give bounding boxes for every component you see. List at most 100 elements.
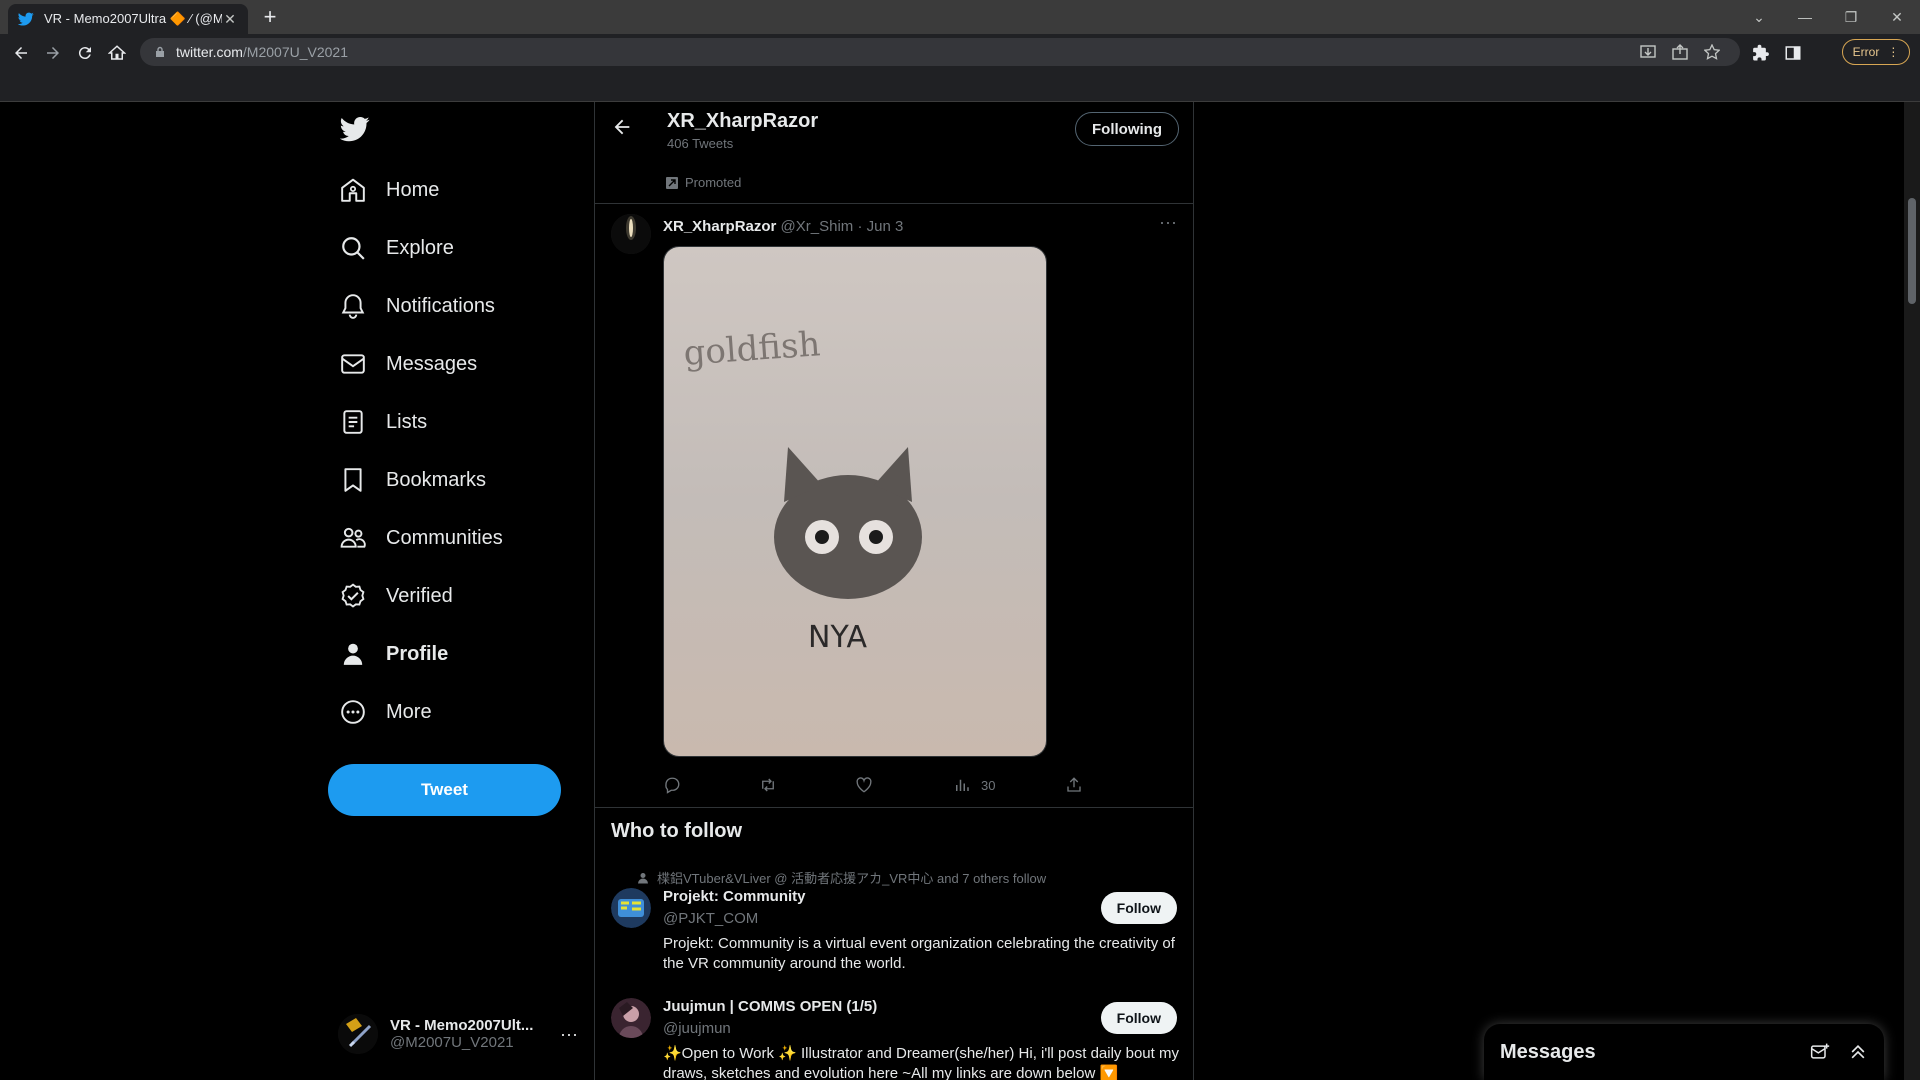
- lock-icon: [156, 46, 164, 57]
- user-bio: ✨Open to Work ✨ Illustrator and Dreamer(…: [663, 1045, 1179, 1080]
- list-icon: [343, 410, 363, 434]
- account-name: VR - Memo2007Ult...: [390, 1017, 534, 1034]
- nav-lists-label: Lists: [386, 410, 428, 433]
- bookmark-icon: [344, 468, 362, 492]
- profile-error-button[interactable]: Error ⋮: [1842, 39, 1910, 65]
- reply-icon: [665, 777, 680, 794]
- nav-lists[interactable]: Lists: [340, 400, 427, 444]
- reply-button[interactable]: [663, 776, 681, 794]
- reload-button[interactable]: [72, 40, 98, 66]
- user-handle: @juujmun: [663, 1020, 731, 1037]
- promoted-text: Promoted: [685, 175, 742, 190]
- user-name[interactable]: Projekt: Community: [663, 888, 806, 905]
- page-scrollbar[interactable]: [1904, 102, 1920, 1080]
- browser-tab[interactable]: VR - Memo2007Ultra 🔶 ⁄ (@M ✕: [8, 4, 248, 34]
- user-handle: @PJKT_COM: [663, 910, 759, 927]
- verified-badge-icon: [341, 583, 365, 608]
- nav-verified-label: Verified: [386, 584, 453, 607]
- account-switcher[interactable]: VR - Memo2007Ult... @M2007U_V2021 ···: [338, 1008, 578, 1060]
- nav-bookmarks[interactable]: Bookmarks: [340, 458, 486, 502]
- tweet-image[interactable]: goldfish NYA: [663, 246, 1047, 757]
- browser-tab-bar: VR - Memo2007Ultra 🔶 ⁄ (@M ✕ + ⌄ — ❐ ✕: [0, 0, 1920, 34]
- image-handwriting-bottom: NYA: [808, 620, 867, 655]
- follow-button[interactable]: Follow: [1100, 1002, 1177, 1034]
- divider: [595, 807, 1193, 808]
- tweet-author-meta: @Xr_Shim · Jun 3: [780, 218, 904, 235]
- url-path: /M2007U_V2021: [242, 44, 348, 60]
- user-name[interactable]: Juujmun | COMMS OPEN (1/5): [663, 998, 877, 1015]
- nav-more-label: More: [386, 700, 432, 723]
- profile-name: XR_XharpRazor: [667, 110, 819, 132]
- bell-icon: [341, 294, 365, 319]
- nav-more[interactable]: More: [340, 690, 432, 734]
- divider: [595, 203, 1193, 204]
- arrow-left-icon: [15, 47, 27, 59]
- nav-profile[interactable]: Profile: [340, 632, 448, 676]
- back-button[interactable]: [8, 40, 34, 66]
- user-bio: Projekt: Community is a virtual event or…: [663, 935, 1175, 972]
- messages-drawer-title: Messages: [1500, 1040, 1596, 1063]
- nav-messages[interactable]: Messages: [340, 342, 477, 386]
- close-window-button[interactable]: ✕: [1874, 0, 1920, 34]
- nav-verified[interactable]: Verified: [340, 574, 453, 618]
- retweet-icon: [762, 778, 774, 792]
- nav-explore[interactable]: Explore: [340, 226, 454, 270]
- restore-button[interactable]: ❐: [1828, 0, 1874, 34]
- account-avatar: [338, 1014, 378, 1054]
- who-to-follow-title: Who to follow: [611, 820, 743, 842]
- nav-communities-label: Communities: [386, 526, 503, 549]
- left-sidebar: Home Explore Notifications Messages List…: [328, 102, 598, 1080]
- more-circle-icon: [341, 700, 365, 724]
- scrollbar-thumb[interactable]: [1908, 198, 1916, 304]
- user-avatar[interactable]: [611, 998, 651, 1038]
- user-avatar[interactable]: [611, 888, 651, 928]
- nav-notifications[interactable]: Notifications: [340, 284, 495, 328]
- home-button[interactable]: [104, 40, 130, 66]
- back-arrow-icon[interactable]: [611, 116, 633, 138]
- nav-messages-label: Messages: [386, 352, 478, 375]
- share-button[interactable]: [1065, 776, 1083, 794]
- url-host: twitter.com: [176, 44, 243, 60]
- tweet-author-name[interactable]: XR_XharpRazor: [663, 218, 776, 235]
- new-tab-button[interactable]: +: [258, 6, 282, 30]
- nav-home[interactable]: Home: [340, 168, 439, 212]
- views-button[interactable]: 30: [953, 776, 995, 794]
- social-context-text: 楪鋁VTuber&VLiver @ 活動者応援アカ_VR中心 and 7 oth…: [657, 871, 1047, 886]
- tab-close-icon[interactable]: ✕: [222, 11, 238, 28]
- extensions-button[interactable]: [1748, 40, 1774, 66]
- kebab-menu-icon: ⋮: [1887, 45, 1900, 59]
- profile-header: XR_XharpRazor 406 Tweets Following: [595, 102, 1193, 155]
- chevron-double-up-icon[interactable]: [1848, 1042, 1868, 1062]
- bookmark-bar: [0, 70, 1920, 102]
- side-panel-button[interactable]: [1780, 40, 1806, 66]
- share-icon[interactable]: [1672, 38, 1688, 66]
- minimize-button[interactable]: —: [1782, 0, 1828, 34]
- tab-search-icon[interactable]: ⌄: [1736, 0, 1782, 34]
- home-icon: [108, 45, 126, 60]
- tweet-button[interactable]: Tweet: [328, 764, 561, 816]
- retweet-button[interactable]: [759, 776, 777, 794]
- nav-home-label: Home: [386, 178, 440, 201]
- follow-button[interactable]: Follow: [1100, 892, 1177, 924]
- twitter-page: Home Explore Notifications Messages List…: [0, 102, 1920, 1080]
- home-icon: [341, 178, 365, 202]
- nav-profile-label: Profile: [386, 642, 449, 665]
- tweet-avatar[interactable]: [611, 214, 651, 254]
- puzzle-icon: [1753, 44, 1769, 61]
- arrow-right-icon: [47, 47, 59, 59]
- nav-bookmarks-label: Bookmarks: [386, 468, 487, 491]
- twitter-bird-icon: [18, 12, 34, 26]
- bookmark-star-icon[interactable]: [1704, 38, 1720, 66]
- promoted-icon: [666, 176, 678, 189]
- forward-button[interactable]: [40, 40, 66, 66]
- install-icon[interactable]: [1640, 38, 1656, 66]
- messages-drawer[interactable]: Messages: [1484, 1024, 1884, 1080]
- following-button[interactable]: Following: [1075, 112, 1179, 146]
- twitter-logo-icon[interactable]: [340, 114, 370, 144]
- new-message-icon[interactable]: [1810, 1042, 1830, 1062]
- nav-communities[interactable]: Communities: [340, 516, 503, 560]
- person-icon: [638, 872, 648, 883]
- tweet-more-icon[interactable]: ···: [1159, 212, 1177, 233]
- like-button[interactable]: [855, 776, 873, 794]
- address-bar[interactable]: twitter.com/M2007U_V2021: [140, 38, 1740, 66]
